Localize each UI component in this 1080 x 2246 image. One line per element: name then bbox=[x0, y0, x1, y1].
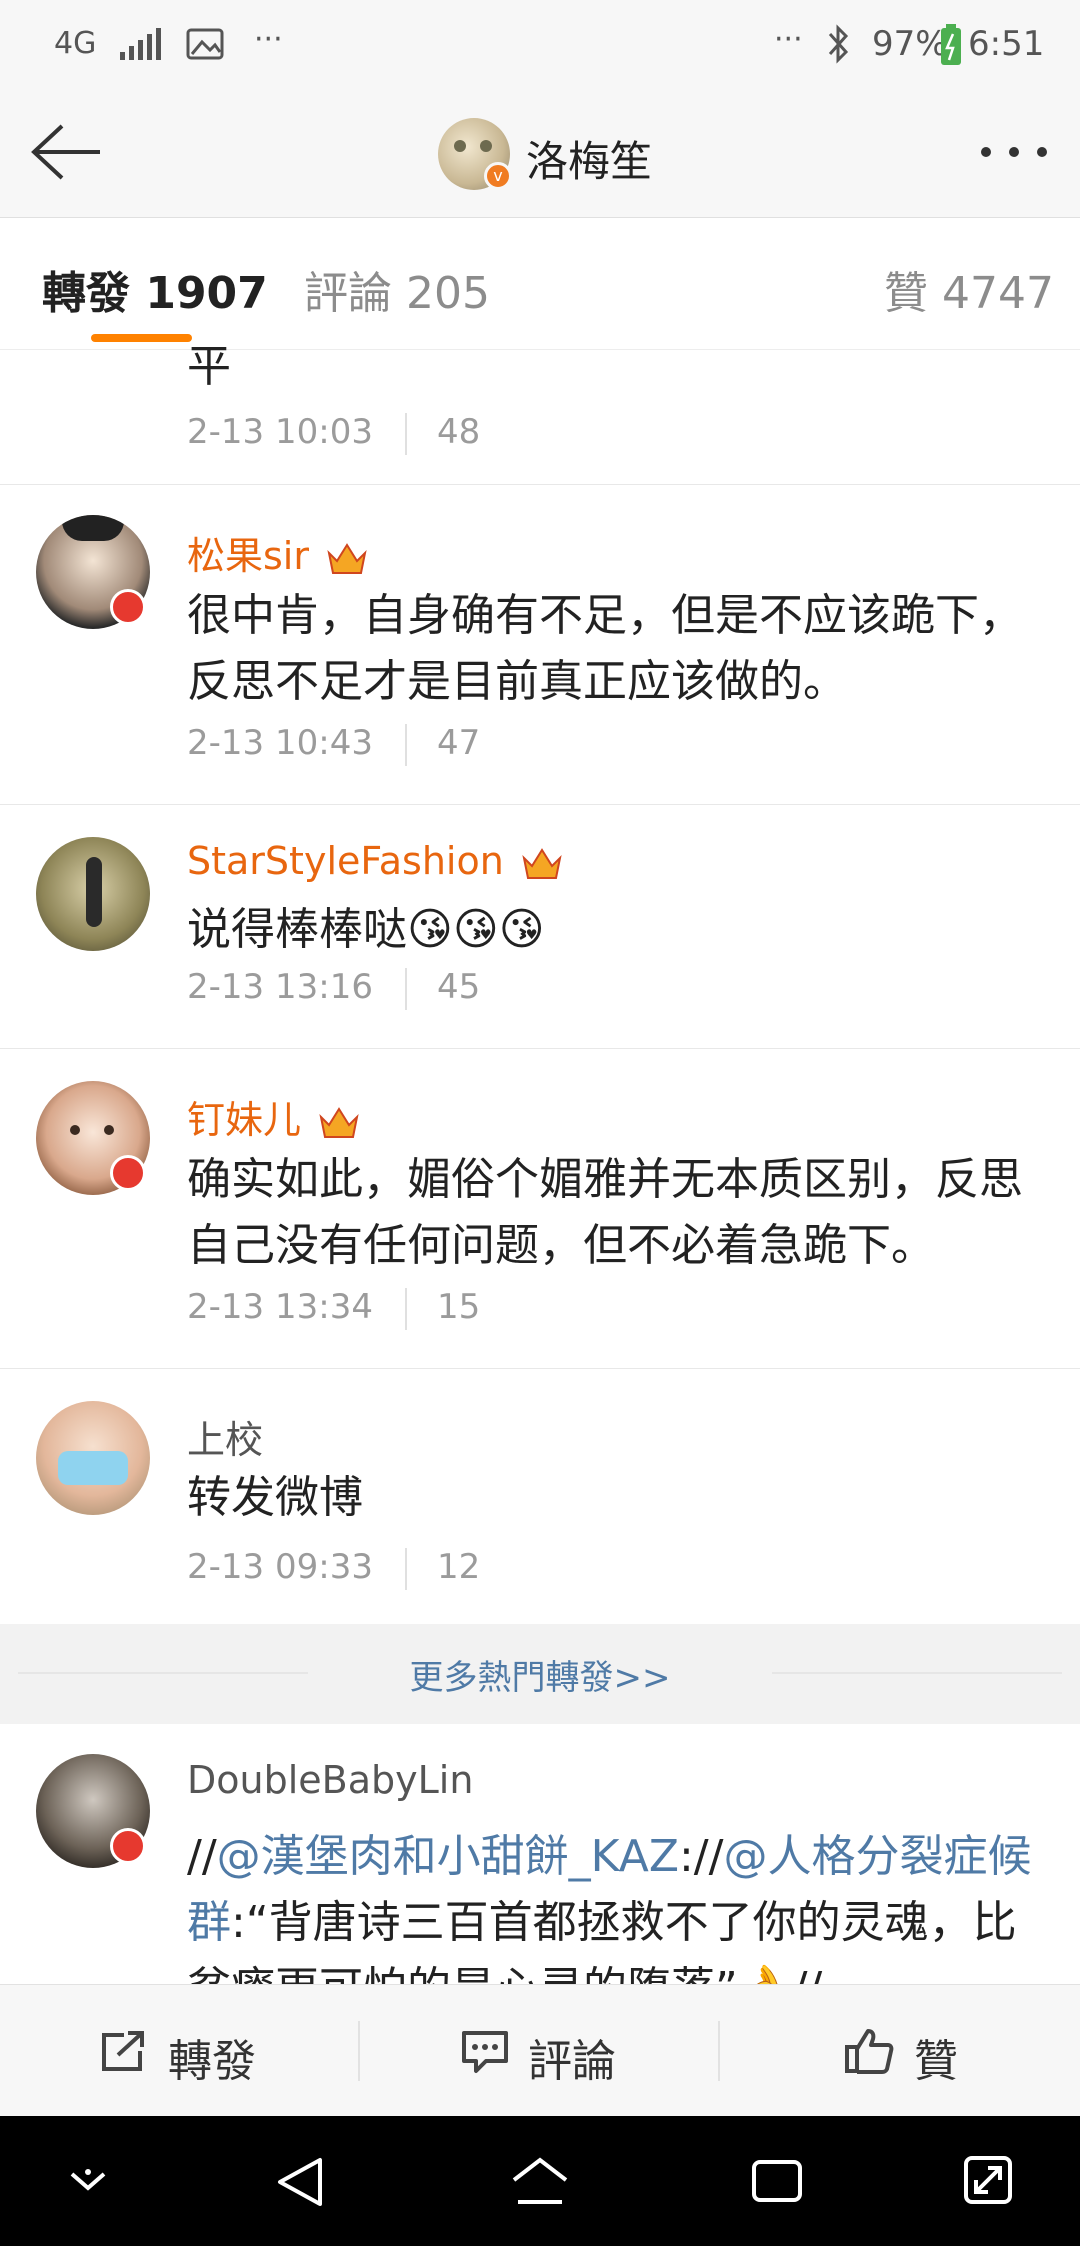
comment-icon bbox=[462, 2031, 508, 2073]
comment-likes: 15 bbox=[436, 1287, 481, 1327]
comment-text: //@漢堡肉和小甜餅_KAZ://@人格分裂症候群:“背唐诗三百首都拯救不了你的… bbox=[187, 1831, 1032, 1984]
comment-text: 转发微博 bbox=[187, 1472, 363, 1523]
comment-text: 很中肯，自身确有不足，但是不应该跪下，反思不足才是目前真正应该做的。 bbox=[187, 590, 1023, 707]
member-badge-icon bbox=[110, 1155, 146, 1191]
comment-text: 平 bbox=[187, 341, 231, 392]
signal-icon bbox=[120, 28, 161, 60]
home-icon[interactable] bbox=[510, 2156, 570, 2208]
comment-likes: 12 bbox=[436, 1547, 481, 1587]
comment-time: 2-13 10:43 bbox=[187, 723, 373, 763]
tab-repost[interactable]: 轉發 1907 bbox=[42, 257, 268, 321]
like-button[interactable]: 贊 bbox=[720, 1985, 1080, 2117]
battery-percent: 97% bbox=[872, 24, 948, 64]
comment-button[interactable]: 評論 bbox=[360, 1985, 720, 2117]
comment-author[interactable]: StarStyleFashion bbox=[187, 839, 562, 883]
comment-author[interactable]: DoubleBabyLin bbox=[187, 1758, 473, 1802]
tab-comments-count: 205 bbox=[406, 268, 490, 319]
comment-author[interactable]: 松果sir bbox=[187, 525, 367, 580]
avatar[interactable] bbox=[36, 837, 150, 951]
tab-comments-label: 評論 bbox=[304, 268, 392, 319]
comment-likes: 48 bbox=[436, 412, 481, 452]
system-navigation-bar bbox=[0, 2116, 1080, 2246]
comment-time: 2-13 13:16 bbox=[187, 967, 373, 1007]
bottom-action-bar: 轉發 評論 贊 bbox=[0, 1984, 1080, 2116]
tab-bar: 轉發 1907 評論 205 贊 4747 bbox=[0, 219, 1080, 350]
member-badge-icon bbox=[110, 1828, 146, 1864]
back-arrow-icon[interactable] bbox=[28, 122, 104, 182]
comment-label: 評論 bbox=[528, 2036, 616, 2087]
repost-icon bbox=[102, 2031, 144, 2071]
comment-likes: 47 bbox=[436, 723, 481, 763]
bluetooth-icon bbox=[828, 24, 849, 64]
clock: 6:51 bbox=[968, 24, 1045, 64]
comment-meta: 2-13 10:43 47 bbox=[187, 723, 480, 766]
comment-time: 2-13 13:34 bbox=[187, 1287, 373, 1327]
top-nav: v 洛梅笙 bbox=[0, 90, 1080, 218]
list-item[interactable]: 平 2-13 10:03 48 bbox=[0, 341, 1080, 485]
network-indicator: 4G bbox=[54, 26, 97, 61]
more-hot-section: 更多熱門轉發>> bbox=[0, 1624, 1080, 1724]
author-name: 钉妹儿 bbox=[187, 1098, 302, 1142]
tab-likes[interactable]: 贊 4747 bbox=[884, 257, 1054, 321]
notification-overflow: ··· bbox=[254, 22, 283, 57]
list-item[interactable]: 钉妹儿 确实如此，媚俗个媚雅并无本质区别，反思自己没有任何问题，但不必着急跪下。… bbox=[0, 1049, 1080, 1369]
like-label: 贊 bbox=[914, 2036, 958, 2087]
comment-author[interactable]: 上校 bbox=[187, 1409, 263, 1464]
list-item[interactable]: 上校 转发微博 2-13 09:33 12 bbox=[0, 1369, 1080, 1624]
comment-meta: 2-13 13:16 45 bbox=[187, 967, 480, 1010]
repost-label: 轉發 bbox=[168, 2036, 256, 2087]
status-overflow: ··· bbox=[774, 22, 803, 57]
comment-meta: 2-13 10:03 48 bbox=[187, 412, 480, 455]
comment-meta: 2-13 09:33 12 bbox=[187, 1547, 480, 1590]
tab-repost-count: 1907 bbox=[145, 268, 268, 319]
recent-apps-icon[interactable] bbox=[750, 2158, 804, 2204]
active-tab-indicator bbox=[91, 334, 192, 342]
comment-text: 确实如此，媚俗个媚雅并无本质区别，反思自己没有任何问题，但不必着急跪下。 bbox=[187, 1154, 1023, 1271]
vip-crown-icon bbox=[327, 541, 367, 577]
tab-likes-count: 4747 bbox=[942, 268, 1054, 319]
tab-repost-label: 轉發 bbox=[42, 268, 130, 319]
member-badge-icon bbox=[110, 589, 146, 625]
tab-comments[interactable]: 評論 205 bbox=[304, 257, 490, 321]
back-nav-icon[interactable] bbox=[274, 2156, 326, 2208]
list-item[interactable]: DoubleBabyLin //@漢堡肉和小甜餅_KAZ://@人格分裂症候群:… bbox=[0, 1724, 1080, 1984]
verified-badge-icon: v bbox=[484, 162, 512, 190]
author-name: 松果sir bbox=[187, 534, 309, 578]
vip-crown-icon bbox=[522, 846, 562, 882]
comment-meta: 2-13 13:34 15 bbox=[187, 1287, 480, 1330]
expand-icon[interactable] bbox=[962, 2154, 1014, 2206]
page-title: 洛梅笙 bbox=[526, 137, 653, 186]
comment-likes: 45 bbox=[436, 967, 481, 1007]
comment-author[interactable]: 钉妹儿 bbox=[187, 1089, 359, 1144]
tab-likes-label: 贊 bbox=[884, 268, 928, 319]
repost-button[interactable]: 轉發 bbox=[0, 1985, 360, 2117]
mention-link[interactable]: @漢堡肉和小甜餅_KAZ bbox=[217, 1831, 679, 1882]
more-dots-icon[interactable] bbox=[978, 142, 1050, 162]
battery-icon bbox=[941, 24, 961, 65]
vip-crown-icon bbox=[319, 1105, 359, 1141]
thumbs-up-icon bbox=[845, 2029, 894, 2074]
comment-time: 2-13 09:33 bbox=[187, 1547, 373, 1587]
hide-keyboard-icon[interactable] bbox=[66, 2166, 110, 2196]
more-hot-reposts-link[interactable]: 更多熱門轉發>> bbox=[0, 1650, 1080, 1699]
author-name: StarStyleFashion bbox=[187, 839, 504, 883]
avatar[interactable] bbox=[36, 1401, 150, 1515]
comment-text: 说得棒棒哒😘😘😘 bbox=[187, 904, 545, 955]
list-item[interactable]: StarStyleFashion 说得棒棒哒😘😘😘 2-13 13:16 45 bbox=[0, 805, 1080, 1049]
comment-time: 2-13 10:03 bbox=[187, 412, 373, 452]
status-bar: 4G ··· ··· 97% 6:51 bbox=[0, 0, 1080, 90]
image-icon bbox=[186, 28, 224, 60]
list-item[interactable]: 松果sir 很中肯，自身确有不足，但是不应该跪下，反思不足才是目前真正应该做的。… bbox=[0, 485, 1080, 805]
